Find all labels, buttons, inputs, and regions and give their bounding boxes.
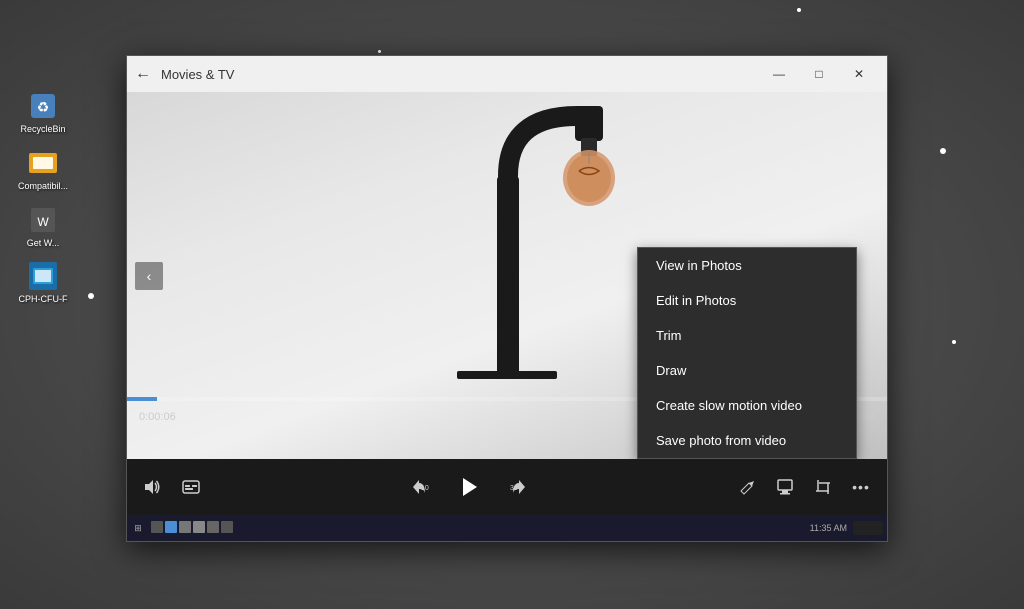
context-menu-item-edit-in-photos[interactable]: Edit in Photos bbox=[638, 283, 856, 318]
win-start-icon[interactable]: ⊞ bbox=[131, 521, 145, 535]
context-menu-item-view-in-photos[interactable]: View in Photos bbox=[638, 248, 856, 283]
win-tb-app-2[interactable] bbox=[165, 521, 177, 533]
context-menu-item-draw[interactable]: Draw bbox=[638, 353, 856, 388]
controls-center: 10 30 bbox=[205, 473, 733, 501]
volume-button[interactable] bbox=[139, 473, 167, 501]
controls-bar: 10 30 ••• bbox=[127, 459, 887, 515]
window-controls: — □ ✕ bbox=[759, 56, 879, 92]
window-taskbar: ⊞ 11:35 AM bbox=[127, 515, 887, 541]
controls-right: ••• bbox=[733, 473, 875, 501]
win-tb-app-4[interactable] bbox=[193, 521, 205, 533]
win-tb-app-1[interactable] bbox=[151, 521, 163, 533]
desktop-icon-getw[interactable]: W Get W... bbox=[18, 204, 68, 249]
prev-arrow[interactable]: ‹ bbox=[135, 262, 163, 290]
video-area: ‹ View in Photos Edit in Photos Trim Dra… bbox=[127, 92, 887, 459]
desktop-icon-compat[interactable]: Compatibil... bbox=[18, 147, 68, 192]
maximize-button[interactable]: □ bbox=[799, 56, 839, 92]
context-menu-item-trim[interactable]: Trim bbox=[638, 318, 856, 353]
desktop-icons: ♻ RecycleBin Compatibil... W Get W... CP… bbox=[18, 90, 68, 305]
forward-30-button[interactable]: 30 bbox=[503, 473, 535, 501]
context-menu: View in Photos Edit in Photos Trim Draw … bbox=[637, 247, 857, 459]
time-current: 0:00:06 bbox=[139, 411, 176, 423]
svg-text:W: W bbox=[37, 215, 49, 229]
svg-text:10: 10 bbox=[421, 485, 429, 492]
dot-4 bbox=[88, 293, 94, 299]
context-menu-item-save-photo[interactable]: Save photo from video bbox=[638, 423, 856, 458]
play-button[interactable] bbox=[455, 473, 483, 501]
desktop-icon-compat-label: Compatibil... bbox=[18, 181, 68, 192]
lamp-svg bbox=[357, 96, 657, 456]
cast-button[interactable] bbox=[771, 473, 799, 501]
dot-5 bbox=[952, 340, 956, 344]
controls-left bbox=[139, 473, 205, 501]
back-button[interactable]: ← bbox=[135, 65, 151, 83]
pencil-button[interactable] bbox=[733, 473, 761, 501]
rewind-10-button[interactable]: 10 bbox=[403, 473, 435, 501]
desktop-icon-cpf-label: CPH-CFU-F bbox=[19, 294, 68, 305]
svg-text:30: 30 bbox=[510, 485, 518, 492]
dot-3 bbox=[940, 148, 946, 154]
win-taskbar-left: ⊞ bbox=[131, 521, 233, 535]
title-bar: ← Movies & TV — □ ✕ bbox=[127, 56, 887, 92]
crop-button[interactable] bbox=[809, 473, 837, 501]
context-menu-item-slow-motion[interactable]: Create slow motion video bbox=[638, 388, 856, 423]
svg-text:♻: ♻ bbox=[37, 99, 50, 115]
win-taskbar-time: 11:35 AM bbox=[810, 523, 847, 533]
close-button[interactable]: ✕ bbox=[839, 56, 879, 92]
dot-1 bbox=[797, 8, 801, 12]
win-tb-app-5[interactable] bbox=[207, 521, 219, 533]
progress-bar-fill bbox=[127, 397, 157, 401]
desktop-icon-recycle-label: RecycleBin bbox=[20, 124, 65, 135]
win-tb-app-6[interactable] bbox=[221, 521, 233, 533]
more-button[interactable]: ••• bbox=[847, 473, 875, 501]
win-tb-app-3[interactable] bbox=[179, 521, 191, 533]
desktop-icon-recycle[interactable]: ♻ RecycleBin bbox=[18, 90, 68, 135]
window-title: Movies & TV bbox=[161, 67, 759, 82]
win-taskbar-notification[interactable] bbox=[853, 521, 883, 535]
win-taskbar-right: 11:35 AM bbox=[810, 521, 883, 535]
dot-2 bbox=[378, 50, 381, 53]
desktop-icon-getw-label: Get W... bbox=[27, 238, 60, 249]
captions-button[interactable] bbox=[177, 473, 205, 501]
minimize-button[interactable]: — bbox=[759, 56, 799, 92]
desktop-icon-cpf[interactable]: CPH-CFU-F bbox=[18, 260, 68, 305]
movies-tv-window: ← Movies & TV — □ ✕ bbox=[126, 55, 888, 542]
